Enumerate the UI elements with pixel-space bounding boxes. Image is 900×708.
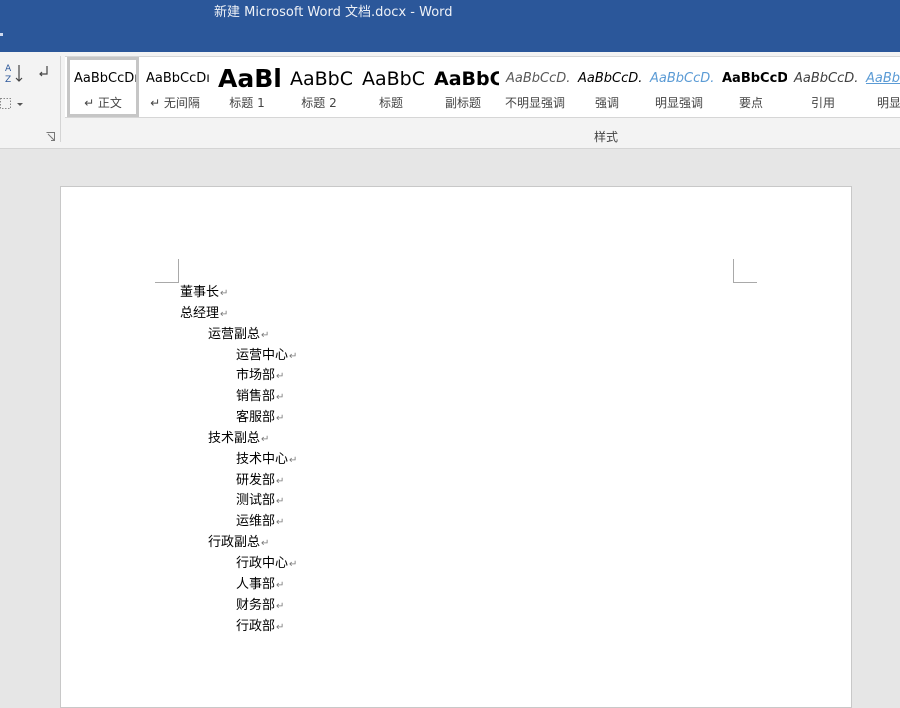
style-preview: AaBbCcD. — [794, 71, 859, 86]
document-line[interactable]: 总经理↵ — [180, 304, 228, 324]
style-preview: AaBbC — [866, 71, 900, 86]
style-subtitle[interactable]: AaBbC 副标题 — [427, 57, 499, 117]
dialog-launcher-icon[interactable] — [46, 132, 55, 141]
document-line[interactable]: 行政部↵ — [236, 617, 284, 637]
style-label: 明显引 — [876, 96, 900, 110]
style-preview: AaBbC — [434, 68, 499, 90]
document-line[interactable]: 市场部↵ — [236, 366, 284, 386]
paragraph-mark: ↵ — [261, 434, 270, 445]
document-line[interactable]: 运营副总↵ — [208, 325, 269, 345]
style-strong[interactable]: AaBbCcD. 要点 — [715, 57, 787, 117]
document-page[interactable]: 董事长↵ 总经理↵ 运营副总↵ 运营中心↵ 市场部↵ 销售部↵ 客服部↵ 技术副… — [60, 186, 852, 708]
paragraph-mark: ↵ — [220, 309, 229, 320]
sort-icon[interactable]: A Z — [5, 62, 25, 84]
document-line[interactable]: 技术副总↵ — [208, 429, 269, 449]
style-title[interactable]: AaBbC 标题 — [355, 57, 427, 117]
window-title: 新建 Microsoft Word 文档.docx - Word — [214, 5, 453, 20]
style-preview: AaBl — [218, 65, 282, 93]
style-label: 引用 — [810, 96, 835, 110]
paragraph-group: A Z — [0, 52, 60, 148]
document-line[interactable]: 客服部↵ — [236, 408, 284, 428]
paragraph-mark: ↵ — [276, 517, 285, 528]
style-preview: AaBbCcD. — [650, 71, 715, 86]
title-bar: 新建 Microsoft Word 文档.docx - Word — [0, 0, 900, 52]
style-label: ↵ 正文 — [84, 96, 122, 110]
style-preview: AaBbC — [290, 68, 354, 90]
style-preview: AaBbCcDı — [74, 71, 136, 86]
paragraph-mark: ↵ — [276, 580, 285, 591]
paragraph-mark: ↵ — [261, 330, 270, 341]
style-label: 副标题 — [444, 96, 481, 110]
group-separator — [60, 56, 61, 142]
style-preview: AaBbCcD. — [506, 71, 571, 86]
paragraph-mark: ↵ — [289, 455, 298, 466]
style-label: 不明显强调 — [504, 96, 565, 110]
document-line[interactable]: 研发部↵ — [236, 471, 284, 491]
document-line[interactable]: 董事长↵ — [180, 283, 228, 303]
svg-text:A: A — [5, 64, 12, 74]
paragraph-mark: ↵ — [276, 496, 285, 507]
document-line[interactable]: 财务部↵ — [236, 596, 284, 616]
document-line[interactable]: 运营中心↵ — [236, 346, 297, 366]
style-normal[interactable]: AaBbCcDı ↵ 正文 — [67, 57, 139, 117]
paragraph-mark: ↵ — [289, 559, 298, 570]
style-intense-emphasis[interactable]: AaBbCcD. 明显强调 — [643, 57, 715, 117]
paragraph-mark: ↵ — [276, 413, 285, 424]
style-subtle-emphasis[interactable]: AaBbCcD. 不明显强调 — [499, 57, 571, 117]
svg-text:Z: Z — [5, 75, 11, 84]
style-label: 标题 — [378, 96, 403, 110]
style-emphasis[interactable]: AaBbCcD. 强调 — [571, 57, 643, 117]
paragraph-mark: ↵ — [276, 392, 285, 403]
style-label: 强调 — [594, 96, 619, 110]
paragraph-mark: ↵ — [289, 351, 298, 362]
document-line[interactable]: 销售部↵ — [236, 387, 284, 407]
crop-mark-top-right — [733, 259, 757, 283]
document-line[interactable]: 运维部↵ — [236, 512, 284, 532]
paragraph-mark: ↵ — [276, 601, 285, 612]
document-line[interactable]: 测试部↵ — [236, 491, 284, 511]
document-line[interactable]: 技术中心↵ — [236, 450, 297, 470]
style-label: 标题 2 — [301, 96, 337, 110]
document-line[interactable]: 行政中心↵ — [236, 554, 297, 574]
style-label: 标题 1 — [229, 96, 265, 110]
document-line[interactable]: 人事部↵ — [236, 575, 284, 595]
style-preview: AaBbCcD. — [578, 71, 643, 86]
style-label: ↵ 无间隔 — [150, 96, 200, 110]
style-heading-1[interactable]: AaBl 标题 1 — [211, 57, 283, 117]
styles-group-label: 样式 — [594, 130, 619, 144]
styles-gallery: AaBbCcDı ↵ 正文 AaBbCcDı ↵ 无间隔 AaBl 标题 1 A… — [65, 56, 900, 118]
style-label: 要点 — [738, 96, 763, 110]
paragraph-mark: ↵ — [276, 476, 285, 487]
style-quote[interactable]: AaBbCcD. 引用 — [787, 57, 859, 117]
crop-mark-top-left — [155, 259, 179, 283]
style-heading-2[interactable]: AaBbC 标题 2 — [283, 57, 355, 117]
style-preview: AaBbCcD. — [722, 71, 787, 86]
borders-icon[interactable] — [0, 98, 26, 110]
ribbon: A Z AaBbCcDı ↵ 正文 AaBbCcDı ↵ 无间隔 AaBl 标题… — [0, 52, 900, 149]
paragraph-mark: ↵ — [261, 538, 270, 549]
style-no-spacing[interactable]: AaBbCcDı ↵ 无间隔 — [139, 57, 211, 117]
paragraph-mark: ↵ — [220, 288, 229, 299]
style-intense-quote[interactable]: AaBbC 明显引 — [859, 57, 900, 117]
style-preview: AaBbCcDı — [146, 71, 210, 86]
paragraph-mark-icon[interactable] — [37, 64, 51, 80]
title-bar-marker — [0, 33, 3, 36]
style-preview: AaBbC — [362, 68, 426, 90]
paragraph-mark: ↵ — [276, 371, 285, 382]
paragraph-mark: ↵ — [276, 622, 285, 633]
style-label: 明显强调 — [654, 96, 703, 110]
document-line[interactable]: 行政副总↵ — [208, 533, 269, 553]
